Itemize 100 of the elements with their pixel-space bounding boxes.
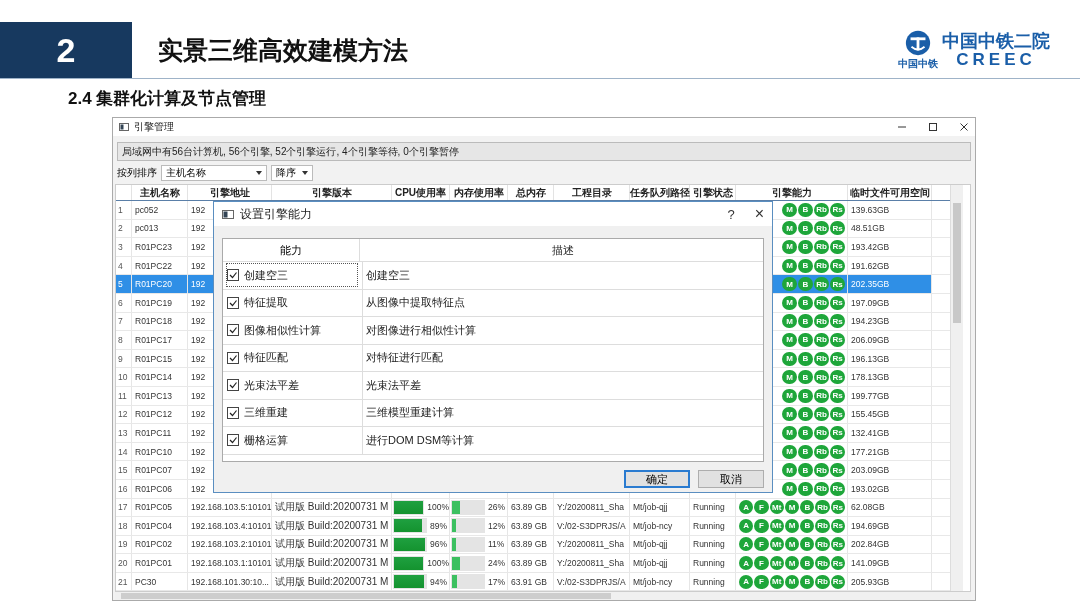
capability-badge: B [798, 407, 813, 422]
capability-badge: M [784, 518, 800, 533]
slide-subtitle: 2.4 集群化计算及节点管理 [68, 89, 268, 109]
table-cell: Running [690, 535, 736, 554]
table-cell: R01PC04 [132, 517, 188, 535]
capability-badge: M [782, 370, 797, 385]
table-cell: R01PC10 [132, 442, 188, 461]
vertical-scrollbar[interactable] [950, 185, 963, 592]
capability-badge: B [800, 500, 815, 515]
table-row[interactable]: 19 R01PC02 192.168.103.2:10101 试用版 Build:20200731 M 96% 11% 63.89 GB Y:/20200811_Sha Mt/job-qjj Running A F Mt M B Rb Rs 202.84GB [116, 535, 950, 555]
column-header[interactable]: 主机名称 [132, 185, 188, 200]
table-cell: R01PC18 [132, 312, 188, 331]
column-header[interactable]: 能力 [223, 239, 360, 261]
close-icon[interactable] [959, 122, 969, 132]
table-cell: 194.69GB [848, 517, 932, 535]
column-header[interactable]: 任务队列路径 [630, 185, 690, 200]
table-cell: 141.09GB [848, 554, 932, 572]
table-cell: R01PC19 [132, 293, 188, 312]
memory-reading: 26% [488, 502, 505, 513]
checkbox[interactable] [227, 406, 239, 419]
column-header[interactable]: 临时文件可用空间 [848, 185, 932, 200]
table-cell: 191.62GB [848, 256, 932, 275]
capability-badge: F [754, 574, 769, 589]
capability-badge: F [754, 537, 769, 552]
capability-description: 三维模型重建计算 [365, 405, 455, 421]
capability-badge: Rs [830, 240, 845, 254]
capability-badge: Rs [830, 425, 845, 440]
column-header[interactable]: 引擎能力 [736, 185, 848, 200]
table-cell: V:/02-S3DPRJS/A [554, 572, 630, 591]
column-header[interactable]: 总内存 [508, 185, 554, 200]
capability-badge: M [782, 202, 797, 217]
table-row[interactable]: 17 R01PC05 192.168.103.5:10101 试用版 Build:20200731 M 100% 26% 63.89 GB Y:/20200811_Sha Mt/job-qjj Running A F Mt M B Rb Rs 62.08GB [116, 498, 950, 518]
capability-badge: M [784, 574, 800, 589]
capability-badge: B [798, 481, 813, 496]
capability-badge: Rs [830, 537, 845, 552]
column-header[interactable]: 工程目录 [554, 185, 630, 200]
capability-description: 从图像中提取特征点 [365, 295, 466, 311]
table-cell: 192.168.103.1:10101 [188, 554, 272, 572]
dialog-button[interactable]: 取消 [698, 470, 764, 488]
help-button[interactable]: ? [727, 206, 735, 222]
capability-badge: B [798, 221, 813, 236]
capability-description: 光束法平差 [365, 377, 422, 393]
table-cell: 194.23GB [848, 312, 932, 331]
column-header[interactable]: 描述 [360, 239, 763, 261]
column-header[interactable]: 引擎地址 [188, 185, 272, 200]
row-number: 14 [116, 442, 132, 461]
checkbox[interactable] [227, 351, 239, 364]
maximize-icon[interactable] [928, 122, 938, 132]
capability-badge: Rb [815, 500, 830, 515]
sort-field-dropdown[interactable]: 主机名称 [161, 165, 267, 181]
table-cell: 178.13GB [848, 368, 932, 386]
row-number: 9 [116, 349, 132, 368]
capability-badge: Rs [830, 407, 845, 422]
capability-badge: B [800, 556, 815, 571]
checkbox[interactable] [227, 379, 239, 392]
capability-badge: Rb [814, 295, 829, 310]
table-cell: 193.02GB [848, 479, 932, 498]
capability-badge: M [782, 295, 797, 310]
table-cell: 试用版 Build:20200731 M [272, 572, 392, 591]
table-cell: 63.91 GB [508, 572, 554, 591]
column-header[interactable]: 引擎状态 [690, 185, 736, 200]
table-cell: Y:/20200811_Sha [554, 554, 630, 572]
column-header[interactable]: 内存使用率 [450, 185, 508, 200]
row-number: 12 [116, 405, 132, 424]
capability-badge: Rs [830, 277, 845, 292]
row-number: 5 [116, 275, 132, 293]
dialog-button[interactable]: 确定 [624, 470, 690, 488]
row-number: 19 [116, 535, 132, 554]
table-row[interactable]: 18 R01PC04 192.168.103.4:10101 试用版 Build:20200731 M 89% 12% 63.89 GB V:/02-S3DPRJS/A Mt/job-ncy Running A F Mt M B Rb Rs 194.69GB [116, 517, 950, 536]
memory-reading: 24% [488, 558, 505, 569]
checkbox[interactable] [227, 296, 239, 309]
table-cell: pc052 [132, 201, 188, 219]
checkbox[interactable] [227, 269, 239, 282]
checkbox[interactable] [227, 324, 239, 337]
table-cell: 62.08GB [848, 498, 932, 517]
table-cell: 199.77GB [848, 386, 932, 405]
row-number: 10 [116, 368, 132, 386]
window-icon [119, 123, 129, 131]
cpu-reading: 89% [430, 520, 447, 531]
sort-order-dropdown[interactable]: 降序 [271, 165, 313, 181]
column-header[interactable]: CPU使用率 [392, 185, 450, 200]
table-cell: 132.41GB [848, 424, 932, 442]
capability-badge: M [782, 444, 797, 459]
capability-description: 对图像进行相似性计算 [365, 322, 477, 338]
capability-badge: Mt [769, 556, 784, 571]
close-button[interactable]: × [754, 205, 764, 223]
capability-badge: B [798, 258, 813, 273]
capability-badge: Rb [814, 370, 829, 385]
capability-badge: F [754, 500, 769, 515]
checkbox[interactable] [227, 434, 239, 447]
capability-badge: M [782, 240, 797, 254]
table-cell: Running [690, 517, 736, 535]
table-cell: 155.45GB [848, 405, 932, 424]
table-cell: Running [690, 554, 736, 572]
cpu-reading: 94% [430, 576, 447, 587]
table-row[interactable]: 21 PC30 192.168.101.30:10... 试用版 Build:20200731 M 94% 17% 63.91 GB V:/02-S3DPRJS/A Mt/job-ncy Running A F Mt M B Rb Rs 205.93GB [116, 572, 950, 592]
memory-reading: 17% [488, 576, 505, 587]
table-row[interactable]: 20 R01PC01 192.168.103.1:10101 试用版 Build:20200731 M 100% 24% 63.89 GB Y:/20200811_Sha Mt/job-qjj Running A F Mt M B Rb Rs 141.09GB [116, 554, 950, 573]
section-number: 2 [0, 22, 132, 78]
column-header[interactable]: 引擎版本 [272, 185, 392, 200]
